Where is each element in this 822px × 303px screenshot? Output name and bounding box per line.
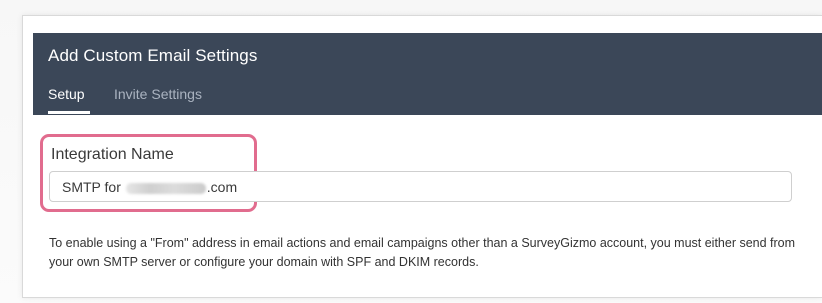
redacted-domain [125,182,206,194]
value-prefix: SMTP for [62,179,125,195]
integration-name-input[interactable]: SMTP for .com [49,171,792,202]
tab-invite-settings[interactable]: Invite Settings [114,86,202,102]
integration-name-value: SMTP for .com [62,179,237,195]
modal-header: Add Custom Email Settings Setup Invite S… [33,33,822,115]
modal-title: Add Custom Email Settings [48,46,258,65]
tab-setup[interactable]: Setup [48,86,85,102]
active-tab-indicator [48,111,90,114]
help-text: To enable using a "From" address in emai… [49,236,796,269]
value-suffix: .com [206,179,238,195]
integration-name-label: Integration Name [51,146,174,163]
email-settings-card: Add Custom Email Settings Setup Invite S… [22,15,822,298]
